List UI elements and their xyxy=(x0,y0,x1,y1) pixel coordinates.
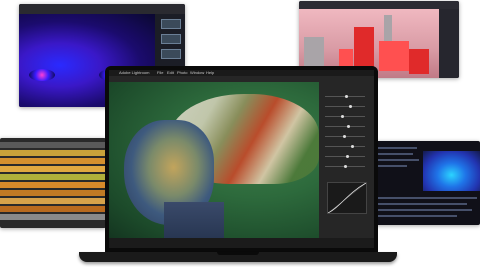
scene-object xyxy=(354,27,374,67)
slider-knob-icon[interactable] xyxy=(345,95,348,98)
scene-object xyxy=(339,49,353,67)
slider-knob-icon[interactable] xyxy=(343,135,346,138)
adjust-slider[interactable] xyxy=(325,145,365,148)
scene-object xyxy=(304,37,324,67)
laptop-screen: Adobe Lightroom File Edit Photo Window H… xyxy=(109,70,374,248)
slider-knob-icon[interactable] xyxy=(344,165,347,168)
photo-canvas[interactable] xyxy=(109,82,319,248)
slider-knob-icon[interactable] xyxy=(341,115,344,118)
scene-object xyxy=(409,49,429,74)
adjust-slider[interactable] xyxy=(325,125,365,128)
adjust-slider[interactable] xyxy=(325,115,365,118)
window-titlebar xyxy=(299,1,459,9)
adjust-slider[interactable] xyxy=(325,95,365,98)
filmstrip-bar xyxy=(109,238,374,248)
adjust-slider[interactable] xyxy=(325,135,365,138)
adjust-slider[interactable] xyxy=(325,155,365,158)
graph-node[interactable] xyxy=(161,34,181,44)
slider-knob-icon[interactable] xyxy=(346,155,349,158)
tone-curve[interactable] xyxy=(327,182,367,214)
heatmap-view xyxy=(423,151,480,191)
adjust-slider[interactable] xyxy=(325,165,365,168)
eye-left xyxy=(29,69,55,81)
graph-node[interactable] xyxy=(161,49,181,59)
laptop-notch xyxy=(217,252,259,255)
adjust-slider[interactable] xyxy=(325,105,365,108)
tone-curve-graph xyxy=(327,182,367,214)
window-titlebar xyxy=(19,4,185,14)
laptop: Adobe Lightroom File Edit Photo Window H… xyxy=(79,66,397,264)
slider-knob-icon[interactable] xyxy=(351,145,354,148)
graph-node[interactable] xyxy=(161,19,181,29)
adjustments-panel xyxy=(319,82,374,238)
properties-panel xyxy=(439,9,459,78)
slider-knob-icon[interactable] xyxy=(347,125,350,128)
slider-knob-icon[interactable] xyxy=(349,105,352,108)
